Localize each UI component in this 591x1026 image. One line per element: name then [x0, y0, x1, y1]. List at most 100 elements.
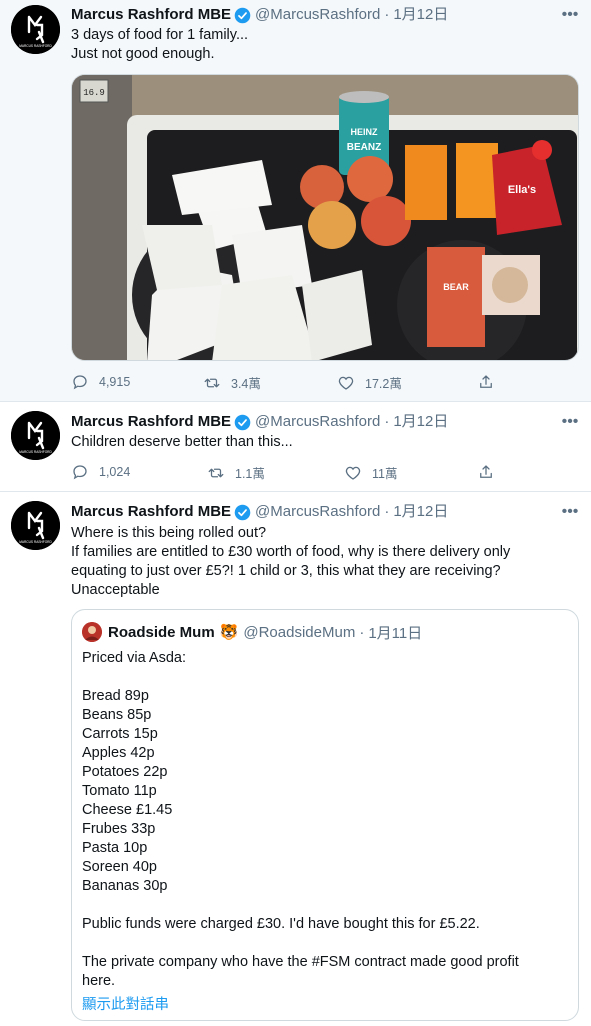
- pouch-label: Ella's: [508, 184, 536, 196]
- mr-logo: MARCUS RASHFORD: [11, 411, 60, 460]
- mr-logo: MARCUS RASHFORD: [11, 501, 60, 550]
- more-options-icon[interactable]: •••: [561, 6, 579, 24]
- quoted-text-line: here.: [82, 973, 116, 989]
- like-count: 11萬: [372, 467, 398, 481]
- quoted-avatar: [82, 622, 102, 642]
- tweet-header: Marcus Rashford MBE @MarcusRashford · 1月…: [71, 412, 448, 432]
- author-handle[interactable]: @MarcusRashford: [255, 5, 380, 25]
- author-handle[interactable]: @MarcusRashford: [255, 412, 380, 432]
- reply-icon: [73, 465, 87, 480]
- verified-badge-icon: [234, 504, 251, 520]
- quoted-text-line: Pasta 10p: [82, 840, 148, 856]
- share-button[interactable]: [477, 463, 505, 481]
- avatar[interactable]: MARCUS RASHFORD: [11, 501, 60, 550]
- retweet-button[interactable]: 3.4萬: [203, 373, 261, 392]
- tiger-emoji: 🐯: [219, 624, 239, 641]
- avatar[interactable]: MARCUS RASHFORD: [11, 411, 60, 460]
- reply-icon: [73, 375, 87, 390]
- retweet-icon: [208, 468, 224, 477]
- retweet-button[interactable]: 1.1萬: [207, 463, 265, 482]
- quoted-tweet-date[interactable]: 1月11日: [368, 622, 422, 643]
- author-name[interactable]: Marcus Rashford MBE: [71, 5, 231, 25]
- tweet-photo[interactable]: 16.9 HEINZ BEANZ Ella's BEAR: [71, 74, 579, 361]
- quoted-text-line: Cheese £1.45: [82, 802, 173, 818]
- quoted-author-handle[interactable]: @RoadsideMum: [243, 624, 355, 641]
- quoted-text-line: Tomato 11p: [82, 783, 157, 799]
- tweet-1[interactable]: MARCUS RASHFORD Marcus Rashford MBE @Mar…: [0, 0, 591, 402]
- avatar-label: MARCUS RASHFORD: [19, 44, 52, 48]
- clock-display: 16.9: [83, 88, 105, 98]
- share-icon: [480, 465, 492, 478]
- like-button[interactable]: 17.2萬: [337, 373, 402, 392]
- separator-dot: ·: [384, 6, 390, 23]
- mr-logo: MARCUS RASHFORD: [11, 5, 60, 54]
- tweet-text-line: Children deserve better than this...: [71, 434, 293, 450]
- reply-count: 1,024: [99, 465, 131, 479]
- quoted-tweet[interactable]: Roadside Mum 🐯 @RoadsideMum · 1月11日 Pric…: [71, 609, 579, 1021]
- quoted-text-line: Potatoes 22p: [82, 764, 168, 780]
- tweet-date[interactable]: 1月12日: [393, 502, 448, 522]
- tweet-text-line: equating to just over £5?! 1 child or 3,…: [71, 563, 501, 579]
- tweet-text: Where is this being rolled out? If famil…: [71, 524, 581, 600]
- retweet-icon: [204, 378, 220, 387]
- share-icon: [480, 375, 492, 388]
- quoted-text-line: [82, 934, 519, 953]
- tweet-actions: 1,024 1.1萬 11萬: [71, 463, 501, 481]
- reply-button[interactable]: 4,915: [71, 373, 130, 391]
- avatar-label: MARCUS RASHFORD: [19, 450, 52, 454]
- tweet-header: Marcus Rashford MBE @MarcusRashford · 1月…: [71, 502, 448, 522]
- more-options-icon[interactable]: •••: [561, 503, 579, 521]
- quoted-text-line: Public funds were charged £30. I'd have …: [82, 916, 480, 932]
- heart-icon: [338, 376, 354, 390]
- quoted-text-line: Bananas 30p: [82, 878, 168, 894]
- show-thread-link[interactable]: 顯示此對話串: [82, 993, 169, 1014]
- author-name[interactable]: Marcus Rashford MBE: [71, 502, 231, 522]
- can-product: BEANZ: [347, 142, 381, 153]
- tweet-text-line: Unacceptable: [71, 582, 160, 598]
- tweet-date[interactable]: 1月12日: [393, 412, 448, 432]
- avatar-label: MARCUS RASHFORD: [19, 540, 52, 544]
- snack-label: BEAR: [443, 282, 469, 292]
- avatar[interactable]: MARCUS RASHFORD: [11, 5, 60, 54]
- share-button[interactable]: [477, 373, 505, 391]
- quoted-text-line: Soreen 40p: [82, 859, 157, 875]
- tweet-text-line: Just not good enough.: [71, 46, 215, 62]
- like-count: 17.2萬: [365, 377, 402, 391]
- tweet-text-line: 3 days of food for 1 family...: [71, 27, 249, 43]
- quoted-text-line: Beans 85p: [82, 707, 152, 723]
- reply-count: 4,915: [99, 375, 131, 389]
- author-handle[interactable]: @MarcusRashford: [255, 502, 380, 522]
- quoted-text-line: Priced via Asda:: [82, 650, 186, 666]
- quoted-text-line: Carrots 15p: [82, 726, 158, 742]
- tweet-text: 3 days of food for 1 family... Just not …: [71, 26, 581, 64]
- retweet-count: 1.1萬: [235, 467, 265, 481]
- tweet-text-line: If families are entitled to £30 worth of…: [71, 544, 511, 560]
- quoted-text-line: Bread 89p: [82, 688, 149, 704]
- quoted-author-name[interactable]: Roadside Mum: [108, 624, 215, 641]
- author-name[interactable]: Marcus Rashford MBE: [71, 412, 231, 432]
- verified-badge-icon: [234, 414, 251, 430]
- heart-icon: [345, 466, 361, 480]
- quoted-text-line: Frubes 33p: [82, 821, 156, 837]
- quoted-tweet-text: Priced via Asda: Bread 89p Beans 85p Car…: [82, 649, 519, 991]
- separator-dot: ·: [384, 413, 390, 430]
- tweet-date[interactable]: 1月12日: [393, 5, 448, 25]
- tweet-2[interactable]: MARCUS RASHFORD Marcus Rashford MBE @Mar…: [0, 402, 591, 492]
- quoted-tweet-header: Roadside Mum 🐯 @RoadsideMum · 1月11日: [82, 622, 422, 642]
- separator-dot: ·: [359, 623, 365, 641]
- can-brand: HEINZ: [351, 127, 379, 137]
- tweet-actions: 4,915 3.4萬 17.2萬: [71, 373, 501, 391]
- tweet-text: Children deserve better than this...: [71, 433, 581, 452]
- like-button[interactable]: 11萬: [344, 463, 397, 482]
- verified-badge-icon: [234, 7, 251, 23]
- quoted-text-line: [82, 668, 519, 687]
- tweet-header: Marcus Rashford MBE @MarcusRashford · 1月…: [71, 5, 448, 25]
- food-photo: 16.9 HEINZ BEANZ Ella's BEAR: [72, 75, 578, 360]
- reply-button[interactable]: 1,024: [71, 463, 130, 481]
- retweet-count: 3.4萬: [231, 377, 261, 391]
- quoted-text-line: Apples 42p: [82, 745, 155, 761]
- more-options-icon[interactable]: •••: [561, 413, 579, 431]
- quoted-text-line: The private company who have the #FSM co…: [82, 954, 519, 970]
- tweet-text-line: Where is this being rolled out?: [71, 525, 267, 541]
- quoted-avatar-image: [82, 622, 102, 642]
